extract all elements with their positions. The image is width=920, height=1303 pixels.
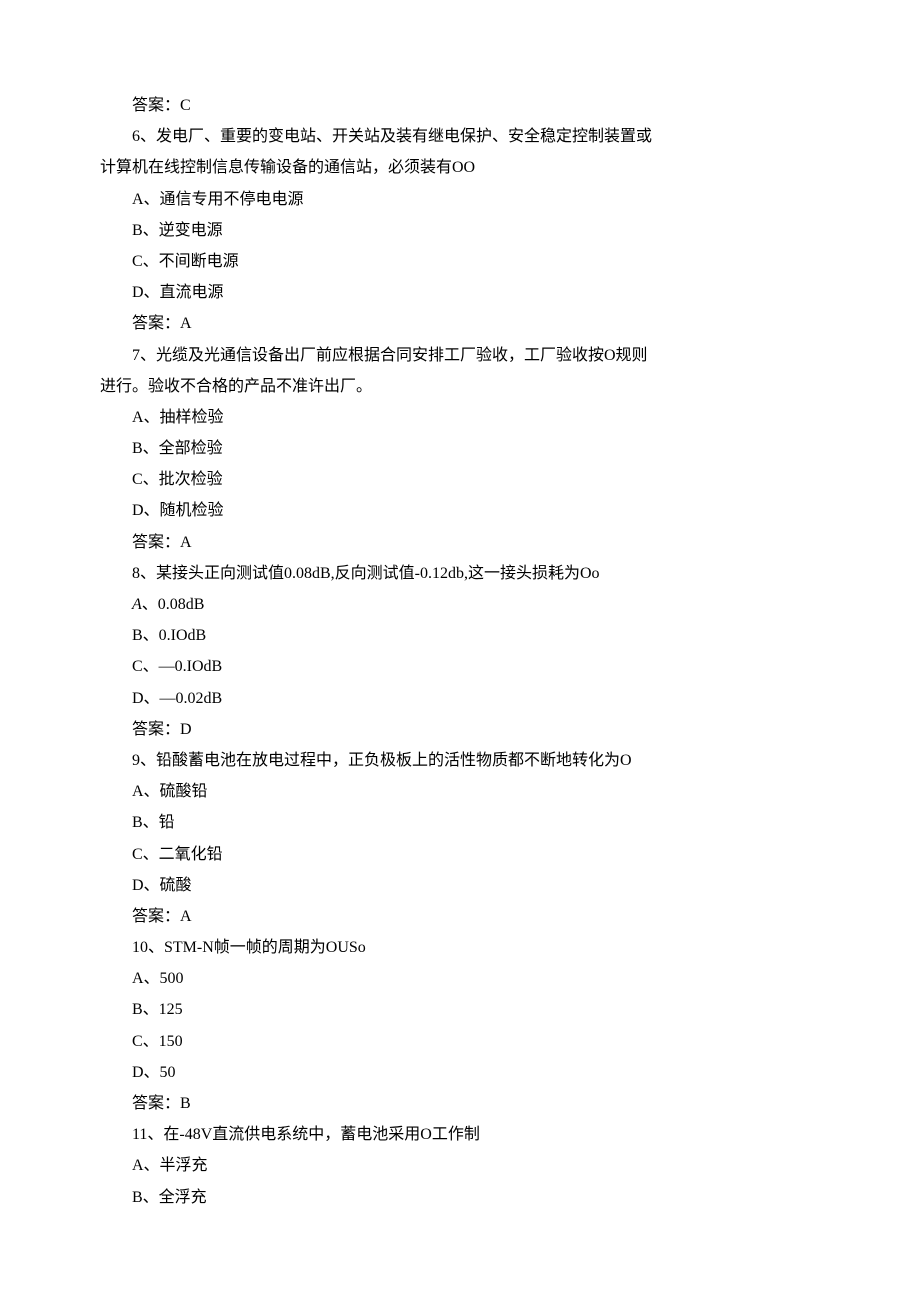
text-line: 计算机在线控制信息传输设备的通信站，必须装有OO — [100, 152, 820, 183]
text-line: D、—0.02dB — [100, 683, 820, 714]
text-line: 答案：A — [100, 308, 820, 339]
text-line: 8、某接头正向测试值0.08dB,反向测试值-0.12db,这一接头损耗为Oo — [100, 558, 820, 589]
text-line: B、逆变电源 — [100, 215, 820, 246]
text-line: A、抽样检验 — [100, 402, 820, 433]
text-line: 答案：D — [100, 714, 820, 745]
text-line: D、50 — [100, 1057, 820, 1088]
text-line: C、二氧化铅 — [100, 839, 820, 870]
text-line: A、0.08dB — [100, 589, 820, 620]
text-line: B、125 — [100, 994, 820, 1025]
document-page: 答案：C6、发电厂、重要的变电站、开关站及装有继电保护、安全稳定控制装置或计算机… — [0, 0, 920, 1303]
text-line: 答案：A — [100, 527, 820, 558]
text-line: A、通信专用不停电电源 — [100, 184, 820, 215]
text-line: C、批次检验 — [100, 464, 820, 495]
text-line: D、直流电源 — [100, 277, 820, 308]
text-line: 9、铅酸蓄电池在放电过程中，正负极板上的活性物质都不断地转化为O — [100, 745, 820, 776]
text-line: C、—0.IOdB — [100, 651, 820, 682]
italic-letter: A — [132, 596, 142, 613]
text-line: 10、STM-N帧一帧的周期为OUSo — [100, 932, 820, 963]
text-line: 7、光缆及光通信设备出厂前应根据合同安排工厂验收，工厂验收按O规则 — [100, 340, 820, 371]
text-line: B、0.IOdB — [100, 620, 820, 651]
text-segment: 、0.08dB — [142, 596, 205, 613]
text-line: C、不间断电源 — [100, 246, 820, 277]
text-line: A、硫酸铅 — [100, 776, 820, 807]
text-line: 答案：A — [100, 901, 820, 932]
text-line: D、随机检验 — [100, 495, 820, 526]
text-line: A、半浮充 — [100, 1150, 820, 1181]
text-line: A、500 — [100, 963, 820, 994]
text-line: B、全部检验 — [100, 433, 820, 464]
text-line: B、全浮充 — [100, 1182, 820, 1213]
text-line: 答案：B — [100, 1088, 820, 1119]
text-line: D、硫酸 — [100, 870, 820, 901]
text-line: 6、发电厂、重要的变电站、开关站及装有继电保护、安全稳定控制装置或 — [100, 121, 820, 152]
text-line: 11、在-48V直流供电系统中，蓄电池采用O工作制 — [100, 1119, 820, 1150]
text-line: C、150 — [100, 1026, 820, 1057]
text-line: 进行。验收不合格的产品不准许出厂。 — [100, 371, 820, 402]
text-line: 答案：C — [100, 90, 820, 121]
text-line: B、铅 — [100, 807, 820, 838]
